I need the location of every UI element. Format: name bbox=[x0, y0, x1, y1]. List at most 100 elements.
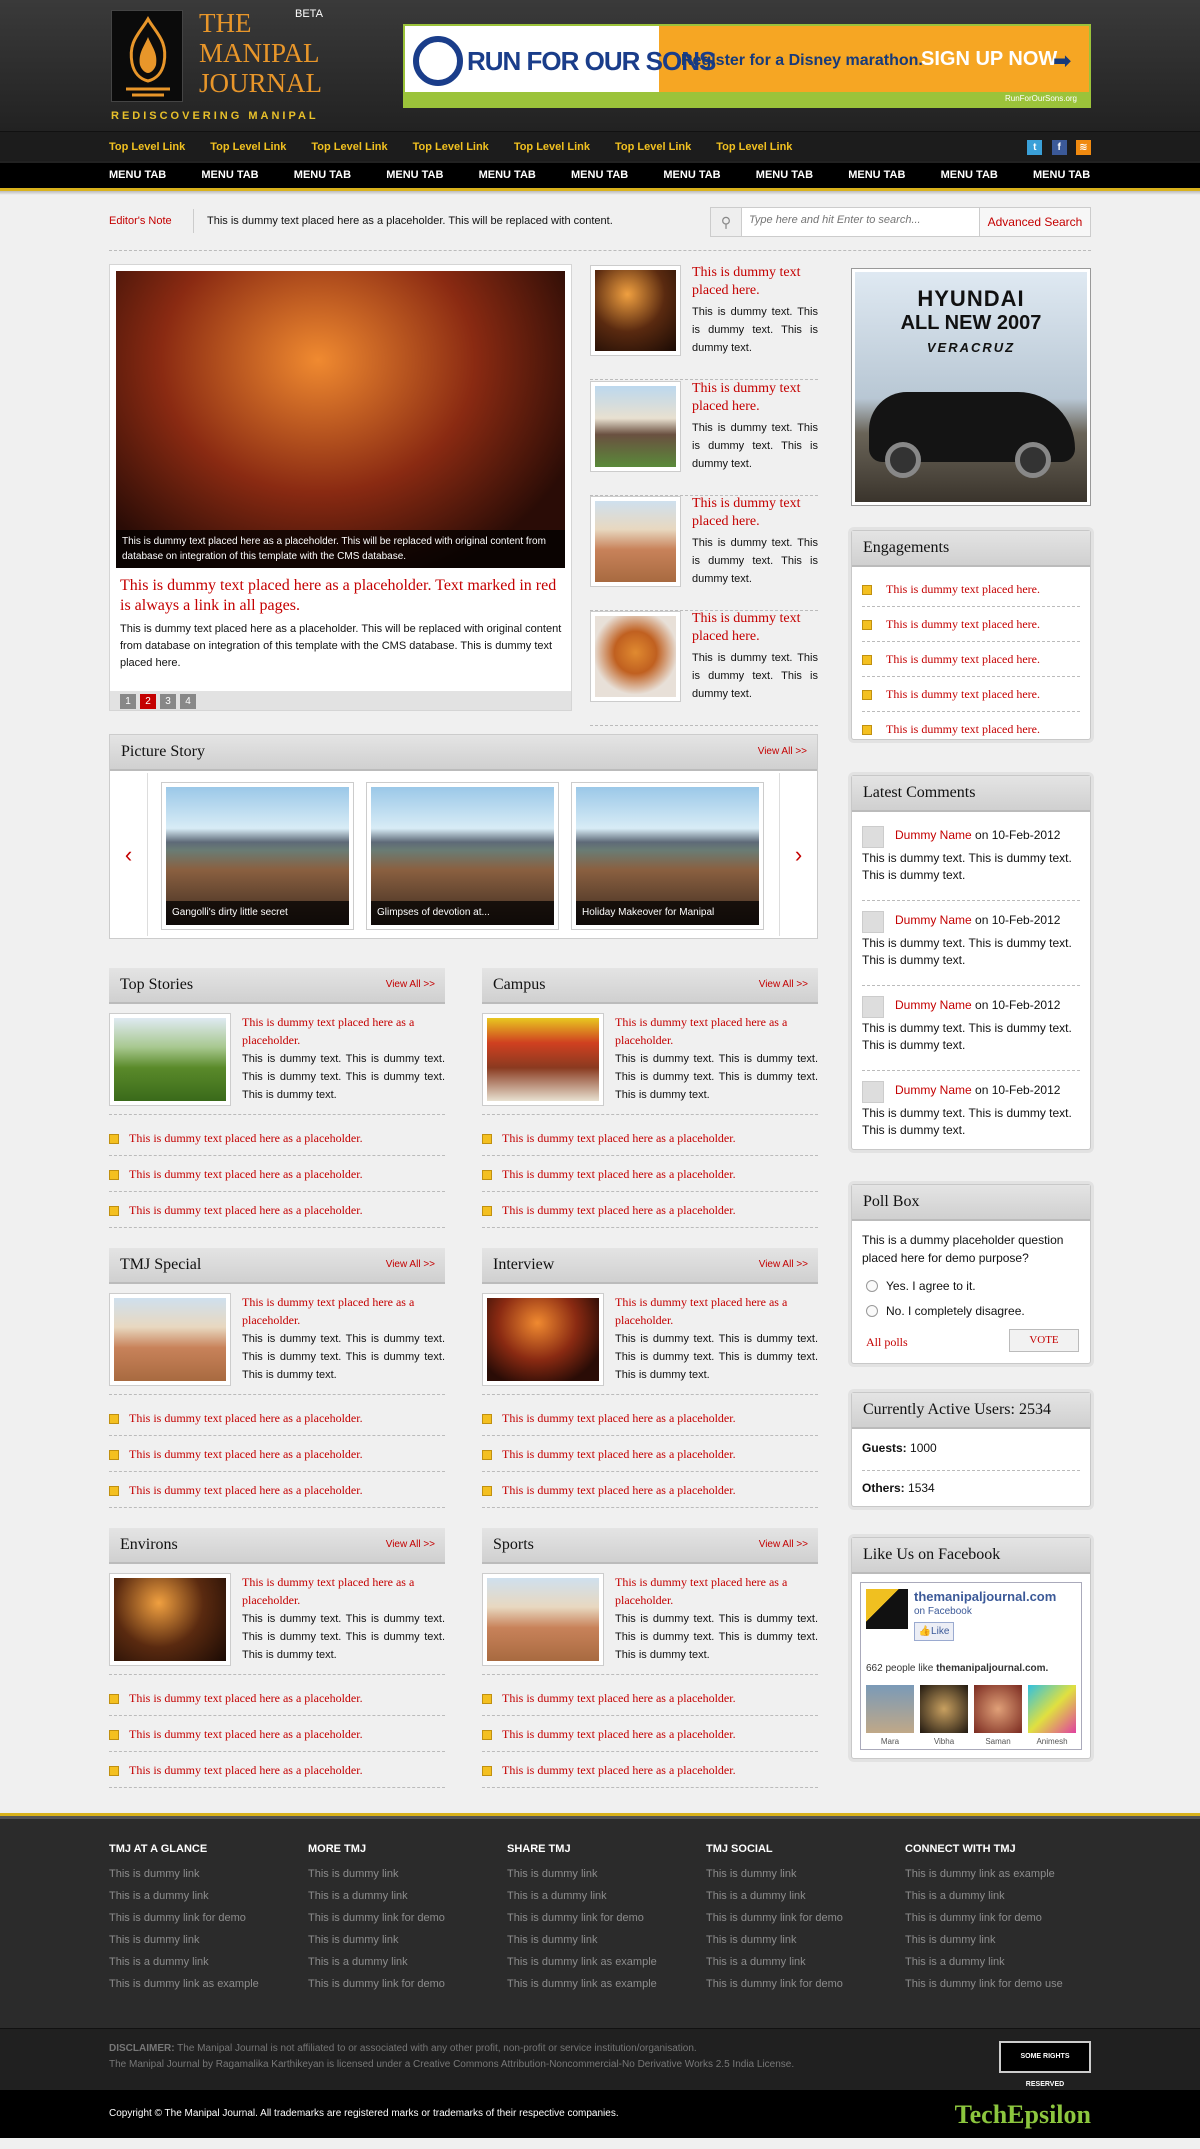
footer-link[interactable]: This is a dummy link bbox=[109, 1885, 299, 1907]
menu-tab[interactable]: MENU TAB bbox=[109, 163, 166, 187]
section-thumbnail[interactable] bbox=[109, 1573, 231, 1666]
comment-author-link[interactable]: Dummy Name bbox=[895, 828, 972, 842]
search-icon[interactable]: ⚲ bbox=[711, 208, 742, 236]
poll-option[interactable]: Yes. I agree to it. bbox=[866, 1279, 976, 1293]
section-thumbnail[interactable] bbox=[109, 1293, 231, 1386]
menu-tab[interactable]: MENU TAB bbox=[294, 163, 351, 187]
engagement-link[interactable]: This is dummy text placed here. bbox=[862, 572, 1080, 607]
menu-tab[interactable]: MENU TAB bbox=[571, 163, 628, 187]
section-link[interactable]: This is dummy text placed here as a plac… bbox=[482, 1716, 818, 1752]
footer-link[interactable]: This is a dummy link bbox=[109, 1951, 299, 1973]
site-logo[interactable]: THE MANIPAL JOURNAL BETA REDISCOVERING M… bbox=[111, 8, 324, 125]
section-lead-title[interactable]: This is dummy text placed here as a plac… bbox=[242, 1293, 445, 1329]
footer-link[interactable]: This is a dummy link bbox=[308, 1885, 498, 1907]
top-level-link[interactable]: Top Level Link bbox=[413, 132, 489, 162]
page-3-button[interactable]: 3 bbox=[160, 694, 176, 709]
twitter-icon[interactable]: t bbox=[1027, 140, 1043, 155]
section-link[interactable]: This is dummy text placed here as a plac… bbox=[482, 1472, 818, 1508]
footer-link[interactable]: This is dummy link bbox=[308, 1929, 498, 1951]
side-news-thumbnail[interactable] bbox=[590, 265, 681, 356]
section-view-all[interactable]: View All >> bbox=[759, 1539, 808, 1550]
section-link[interactable]: This is dummy text placed here as a plac… bbox=[109, 1752, 445, 1788]
page-1-button[interactable]: 1 bbox=[120, 694, 136, 709]
section-link[interactable]: This is dummy text placed here as a plac… bbox=[109, 1192, 445, 1228]
comment-author-link[interactable]: Dummy Name bbox=[895, 913, 972, 927]
footer-link[interactable]: This is dummy link for demo bbox=[507, 1907, 697, 1929]
advanced-search-button[interactable]: Advanced Search bbox=[979, 208, 1090, 236]
menu-tab[interactable]: MENU TAB bbox=[479, 163, 536, 187]
top-level-link[interactable]: Top Level Link bbox=[109, 132, 185, 162]
section-link[interactable]: This is dummy text placed here as a plac… bbox=[482, 1436, 818, 1472]
menu-tab[interactable]: MENU TAB bbox=[663, 163, 720, 187]
carousel-next-icon[interactable]: › bbox=[779, 773, 817, 936]
menu-tab[interactable]: MENU TAB bbox=[201, 163, 258, 187]
search-input[interactable] bbox=[749, 214, 969, 226]
footer-link[interactable]: This is a dummy link bbox=[706, 1885, 896, 1907]
picture-story-view-all[interactable]: View All >> bbox=[758, 746, 807, 757]
section-link[interactable]: This is dummy text placed here as a plac… bbox=[109, 1156, 445, 1192]
radio-icon[interactable] bbox=[866, 1280, 878, 1292]
facebook-friend[interactable]: Animesh bbox=[1028, 1685, 1076, 1746]
carousel-item[interactable]: Holiday Makeover for Manipal bbox=[571, 782, 764, 930]
menu-tab[interactable]: MENU TAB bbox=[848, 163, 905, 187]
radio-icon[interactable] bbox=[866, 1305, 878, 1317]
section-lead-title[interactable]: This is dummy text placed here as a plac… bbox=[615, 1573, 818, 1609]
side-news-title[interactable]: This is dummy text placed here. bbox=[692, 610, 818, 646]
footer-link[interactable]: This is dummy link bbox=[706, 1929, 896, 1951]
engagement-link[interactable]: This is dummy text placed here. bbox=[862, 607, 1080, 642]
side-news-title[interactable]: This is dummy text placed here. bbox=[692, 380, 818, 416]
side-news-thumbnail[interactable] bbox=[590, 381, 681, 472]
vote-button[interactable]: VOTE bbox=[1009, 1329, 1079, 1352]
footer-link[interactable]: This is dummy link bbox=[308, 1863, 498, 1885]
side-news-thumbnail[interactable] bbox=[590, 611, 681, 702]
footer-link[interactable]: This is dummy link as example bbox=[905, 1863, 1095, 1885]
facebook-like-button[interactable]: 👍Like bbox=[914, 1622, 954, 1641]
footer-link[interactable]: This is dummy link for demo bbox=[308, 1973, 498, 1995]
section-link[interactable]: This is dummy text placed here as a plac… bbox=[482, 1752, 818, 1788]
page-2-button[interactable]: 2 bbox=[140, 694, 156, 709]
footer-link[interactable]: This is dummy link for demo bbox=[706, 1907, 896, 1929]
facebook-icon[interactable]: f bbox=[1051, 140, 1067, 155]
side-news-title[interactable]: This is dummy text placed here. bbox=[692, 264, 818, 300]
footer-link[interactable]: This is dummy link for demo use bbox=[905, 1973, 1095, 1995]
section-lead-title[interactable]: This is dummy text placed here as a plac… bbox=[615, 1013, 818, 1049]
section-thumbnail[interactable] bbox=[109, 1013, 231, 1106]
footer-link[interactable]: This is dummy link bbox=[706, 1863, 896, 1885]
footer-link[interactable]: This is dummy link for demo bbox=[109, 1907, 299, 1929]
featured-image[interactable]: This is dummy text placed here as a plac… bbox=[116, 271, 565, 568]
menu-tab[interactable]: MENU TAB bbox=[756, 163, 813, 187]
poll-option[interactable]: No. I completely disagree. bbox=[866, 1304, 1025, 1318]
section-thumbnail[interactable] bbox=[482, 1293, 604, 1386]
footer-link[interactable]: This is dummy link for demo bbox=[905, 1907, 1095, 1929]
top-level-link[interactable]: Top Level Link bbox=[514, 132, 590, 162]
engagement-link[interactable]: This is dummy text placed here. bbox=[862, 677, 1080, 712]
ad-cta[interactable]: SIGN UP NOW bbox=[921, 48, 1057, 71]
carousel-item[interactable]: Gangolli's dirty little secret bbox=[161, 782, 354, 930]
footer-link[interactable]: This is dummy link bbox=[905, 1929, 1095, 1951]
rss-icon[interactable]: ≋ bbox=[1076, 140, 1091, 155]
footer-link[interactable]: This is a dummy link bbox=[308, 1951, 498, 1973]
top-level-link[interactable]: Top Level Link bbox=[311, 132, 387, 162]
featured-title-link[interactable]: This is dummy text placed here as a plac… bbox=[120, 576, 565, 616]
header-ad-banner[interactable]: RUN FOR OUR SONS Register for a Disney m… bbox=[403, 24, 1091, 108]
footer-link[interactable]: This is dummy link as example bbox=[507, 1973, 697, 1995]
section-link[interactable]: This is dummy text placed here as a plac… bbox=[482, 1192, 818, 1228]
top-level-link[interactable]: Top Level Link bbox=[210, 132, 286, 162]
engagement-link[interactable]: This is dummy text placed here. bbox=[862, 712, 1080, 747]
techepsilon-logo[interactable]: TechEpsilon bbox=[955, 2100, 1091, 2130]
section-thumbnail[interactable] bbox=[482, 1573, 604, 1666]
section-lead-title[interactable]: This is dummy text placed here as a plac… bbox=[242, 1573, 445, 1609]
section-link[interactable]: This is dummy text placed here as a plac… bbox=[109, 1436, 445, 1472]
section-link[interactable]: This is dummy text placed here as a plac… bbox=[482, 1156, 818, 1192]
menu-tab[interactable]: MENU TAB bbox=[941, 163, 998, 187]
footer-link[interactable]: This is a dummy link bbox=[706, 1951, 896, 1973]
engagement-link[interactable]: This is dummy text placed here. bbox=[862, 642, 1080, 677]
top-level-link[interactable]: Top Level Link bbox=[716, 132, 792, 162]
footer-link[interactable]: This is dummy link bbox=[109, 1929, 299, 1951]
footer-link[interactable]: This is a dummy link bbox=[905, 1951, 1095, 1973]
section-view-all[interactable]: View All >> bbox=[386, 979, 435, 990]
footer-link[interactable]: This is a dummy link bbox=[507, 1885, 697, 1907]
page-4-button[interactable]: 4 bbox=[180, 694, 196, 709]
comment-author-link[interactable]: Dummy Name bbox=[895, 1083, 972, 1097]
section-link[interactable]: This is dummy text placed here as a plac… bbox=[109, 1472, 445, 1508]
